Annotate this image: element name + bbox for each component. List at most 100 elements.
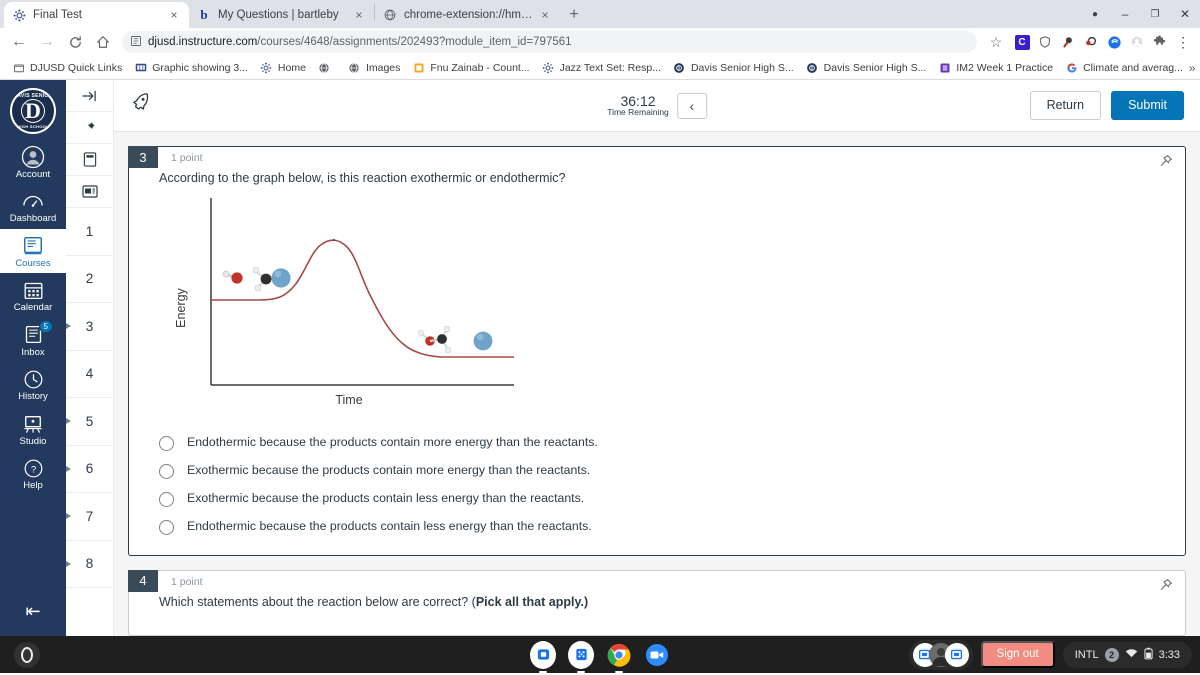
help-question-icon: ? bbox=[21, 456, 45, 480]
wifi-icon[interactable] bbox=[1125, 648, 1138, 662]
question-nav-6[interactable]: 6 bbox=[66, 446, 113, 493]
sidebar-item-help[interactable]: ? Help bbox=[0, 451, 66, 495]
school-logo[interactable]: DAVIS SENIOR D HIGH SCHOOL bbox=[10, 88, 56, 134]
answer-option-2[interactable]: Exothermic because the products contain … bbox=[159, 457, 1185, 485]
submit-button[interactable]: Submit bbox=[1111, 91, 1184, 120]
close-window-button[interactable]: ✕ bbox=[1170, 0, 1200, 28]
chrome-app-icon[interactable] bbox=[606, 641, 632, 673]
bookmark-davis-senior-high-1[interactable]: Davis Senior High S... bbox=[667, 61, 800, 74]
question-nav-8[interactable]: 8 bbox=[66, 541, 113, 588]
account-extension-icon[interactable] bbox=[1126, 31, 1148, 53]
home-button[interactable] bbox=[90, 30, 116, 54]
reload-button[interactable] bbox=[62, 30, 88, 54]
y-axis-label: Energy bbox=[174, 287, 188, 327]
pear-deck-extension-icon[interactable] bbox=[1080, 31, 1102, 53]
question-nav-5[interactable]: 5 bbox=[66, 398, 113, 446]
bookmark-fnu-zainab[interactable]: Fnu Zainab - Count... bbox=[406, 61, 535, 74]
minimize-button[interactable]: – bbox=[1110, 0, 1140, 28]
browser-tab-final-test[interactable]: Final Test × bbox=[4, 2, 189, 28]
forward-button[interactable]: → bbox=[34, 30, 60, 54]
browser-tab-extension[interactable]: chrome-extension://hmbjbjdpko × bbox=[375, 2, 560, 28]
pin-icon[interactable] bbox=[66, 112, 113, 144]
collapse-rail-icon[interactable] bbox=[66, 80, 113, 112]
launcher-icon[interactable] bbox=[14, 641, 40, 668]
answer-label: Exothermic because the products contain … bbox=[187, 490, 585, 505]
bookmark-graphic-showing[interactable]: Graphic showing 3... bbox=[128, 61, 254, 74]
sign-out-button[interactable]: Sign out bbox=[980, 640, 1055, 669]
question-card-4[interactable]: 4 1 point Which statements about the rea… bbox=[128, 569, 1186, 636]
puzzle-extensions-icon[interactable] bbox=[1149, 31, 1171, 53]
question-nav-7[interactable]: 7 bbox=[66, 493, 113, 541]
bookmarks-overflow-button[interactable]: » bbox=[1189, 61, 1200, 75]
browser-tab-bartleby[interactable]: b My Questions | bartleby × bbox=[189, 2, 374, 28]
address-bar[interactable]: djusd.instructure.com/courses/4648/assig… bbox=[122, 31, 977, 53]
bookmark-jazz-text-set[interactable]: Jazz Text Set: Resp... bbox=[536, 61, 667, 74]
window-controls: ● – ❐ ✕ bbox=[1080, 0, 1200, 28]
input-method-label[interactable]: INTL bbox=[1075, 649, 1099, 661]
chevron-left-icon[interactable]: ‹ bbox=[676, 92, 707, 119]
radio-button-icon[interactable] bbox=[159, 463, 174, 479]
sidebar-item-dashboard[interactable]: Dashboard bbox=[0, 184, 66, 228]
question-nav-4[interactable]: 4 bbox=[66, 351, 113, 398]
sidebar-item-courses[interactable]: Courses bbox=[0, 228, 66, 274]
new-tab-button[interactable]: + bbox=[560, 2, 588, 28]
return-button[interactable]: Return bbox=[1029, 91, 1102, 120]
sidebar-item-account[interactable]: Account bbox=[0, 140, 66, 184]
system-tray[interactable]: INTL 2 3:33 bbox=[1062, 641, 1192, 668]
zoom-app-icon[interactable] bbox=[644, 641, 670, 669]
sidebar-item-calendar[interactable]: Calendar bbox=[0, 273, 66, 317]
calculator-app-icon[interactable] bbox=[568, 640, 594, 673]
question-nav-1[interactable]: 1 bbox=[66, 208, 113, 256]
close-icon[interactable]: × bbox=[167, 9, 181, 21]
pin-icon[interactable] bbox=[1158, 578, 1173, 596]
grammarly-extension-icon[interactable]: C bbox=[1011, 31, 1033, 53]
answer-option-1[interactable]: Endothermic because the products contain… bbox=[159, 429, 1185, 457]
maximize-button[interactable]: ❐ bbox=[1140, 0, 1170, 28]
bookmark-home[interactable]: Home bbox=[254, 61, 312, 74]
back-button[interactable]: ← bbox=[6, 30, 32, 54]
battery-icon[interactable] bbox=[1143, 647, 1153, 663]
page-info-icon[interactable] bbox=[130, 35, 142, 50]
sidebar-item-history[interactable]: History bbox=[0, 362, 66, 406]
radio-button-icon[interactable] bbox=[159, 519, 174, 535]
shield-extension-icon[interactable] bbox=[1034, 31, 1056, 53]
collapse-nav-button[interactable]: ⇤ bbox=[0, 601, 66, 622]
question-nav-2[interactable]: 2 bbox=[66, 256, 113, 303]
bookmark-star-icon[interactable]: ☆ bbox=[983, 30, 1009, 54]
bookmark-djusd-quick-links[interactable]: DJUSD Quick Links bbox=[6, 61, 128, 74]
quiz-question-list[interactable]: 3 1 point According to the graph below, … bbox=[114, 132, 1200, 636]
notification-count-badge[interactable]: 2 bbox=[1104, 647, 1119, 662]
chrome-menu-icon[interactable]: ⋮ bbox=[1172, 31, 1194, 53]
question-nav-label: 4 bbox=[85, 366, 94, 382]
screen-capture-pill[interactable] bbox=[908, 639, 973, 670]
pin-icon[interactable] bbox=[1158, 154, 1173, 172]
bookmark-images[interactable]: Images bbox=[342, 61, 406, 74]
close-icon[interactable]: × bbox=[538, 9, 552, 21]
close-icon[interactable]: × bbox=[352, 9, 366, 21]
profile-icon[interactable]: ● bbox=[1080, 0, 1110, 28]
quiz-timer: 36:12 Time Remaining ‹ bbox=[607, 92, 707, 119]
bookmark-globe-1[interactable] bbox=[312, 61, 342, 74]
securly-extension-icon[interactable] bbox=[1103, 31, 1125, 53]
app-running-indicator bbox=[539, 670, 547, 673]
screen-share-icon[interactable] bbox=[944, 642, 969, 667]
notes-icon[interactable] bbox=[66, 176, 113, 208]
product-molecules bbox=[417, 325, 493, 353]
davis-icon bbox=[806, 61, 819, 74]
bookmark-climate-and-average[interactable]: Climate and averag... bbox=[1059, 61, 1189, 74]
answer-option-4[interactable]: Endothermic because the products contain… bbox=[159, 513, 1185, 541]
question-prompt: Which statements about the reaction belo… bbox=[129, 588, 1185, 635]
bookmark-davis-senior-high-2[interactable]: Davis Senior High S... bbox=[800, 61, 933, 74]
radio-button-icon[interactable] bbox=[159, 491, 174, 507]
bookmark-im2-week-1-practice[interactable]: IM2 Week 1 Practice bbox=[932, 61, 1059, 74]
calculator-icon[interactable] bbox=[66, 144, 113, 176]
sidebar-item-studio[interactable]: Studio bbox=[0, 407, 66, 451]
radio-button-icon[interactable] bbox=[159, 435, 174, 451]
answer-option-3[interactable]: Exothermic because the products contain … bbox=[159, 485, 1185, 513]
sidebar-item-inbox[interactable]: 5 Inbox bbox=[0, 318, 66, 362]
question-card-3[interactable]: 3 1 point According to the graph below, … bbox=[128, 146, 1186, 556]
clock-label[interactable]: 3:33 bbox=[1159, 649, 1180, 661]
question-nav-3[interactable]: 3 bbox=[66, 303, 113, 351]
files-app-icon[interactable] bbox=[530, 640, 556, 673]
kami-extension-icon[interactable] bbox=[1057, 31, 1079, 53]
